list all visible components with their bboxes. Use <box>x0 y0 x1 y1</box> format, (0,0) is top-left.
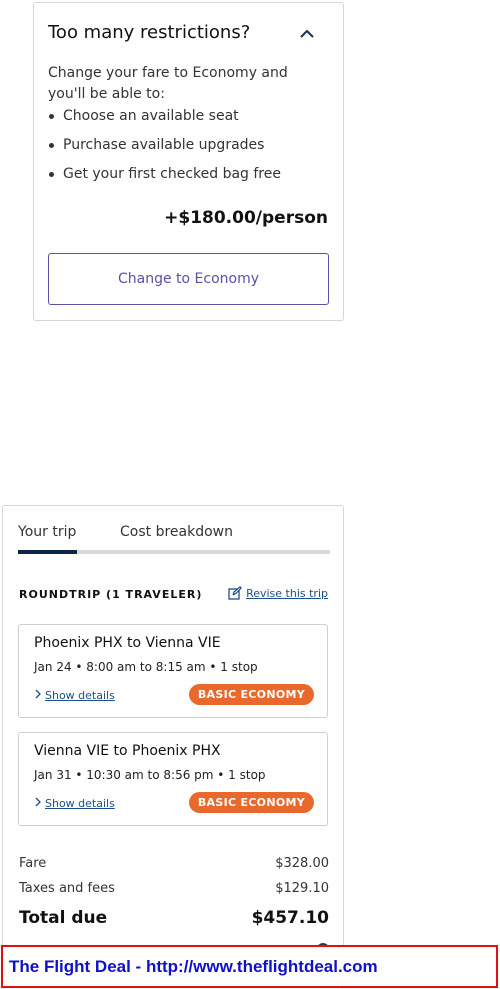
show-details-link[interactable]: Show details <box>34 797 115 810</box>
flight-route: Phoenix PHX to Vienna VIE <box>34 635 221 651</box>
upsell-title: Too many restrictions? <box>48 22 251 43</box>
flight-segment-card: Phoenix PHX to Vienna VIE Jan 24 • 8:00 … <box>18 624 328 718</box>
flight-segment-card: Vienna VIE to Phoenix PHX Jan 31 • 10:30… <box>18 732 328 826</box>
tab-your-trip[interactable]: Your trip <box>18 524 76 540</box>
flight-schedule: Jan 31 • 10:30 am to 8:56 pm • 1 stop <box>34 768 266 782</box>
flight-route: Vienna VIE to Phoenix PHX <box>34 743 221 759</box>
tab-active-indicator <box>18 550 77 554</box>
fare-upsell-card: Too many restrictions? Change your fare … <box>33 2 344 321</box>
trip-type-label: ROUNDTRIP (1 TRAVELER) <box>19 588 203 601</box>
fare-class-badge: BASIC ECONOMY <box>188 792 314 813</box>
tab-cost-breakdown[interactable]: Cost breakdown <box>120 524 233 540</box>
chevron-right-icon <box>35 797 41 807</box>
revise-trip-label: Revise this trip <box>246 587 328 600</box>
chevron-right-icon <box>35 689 41 699</box>
show-details-label: Show details <box>45 689 115 702</box>
change-to-economy-button[interactable]: Change to Economy <box>48 253 329 305</box>
fare-class-badge: BASIC ECONOMY <box>188 684 314 705</box>
revise-trip-link[interactable]: Revise this trip <box>228 586 328 600</box>
watermark-text: The Flight Deal - http://www.theflightde… <box>9 957 378 976</box>
taxes-value: $129.10 <box>275 881 329 896</box>
fare-value: $328.00 <box>275 856 329 871</box>
chevron-up-icon[interactable] <box>298 25 316 43</box>
benefit-item: Choose an available seat <box>48 106 281 135</box>
upsell-benefits-list: Choose an available seat Purchase availa… <box>48 106 281 193</box>
upsell-price: +$180.00/person <box>164 208 328 228</box>
benefit-item: Purchase available upgrades <box>48 135 281 164</box>
show-details-link[interactable]: Show details <box>34 689 115 702</box>
tab-indicator-track <box>18 550 330 554</box>
trip-summary-card: Your trip Cost breakdown ROUNDTRIP (1 TR… <box>2 505 344 989</box>
total-label: Total due <box>19 908 108 928</box>
benefit-item: Get your first checked bag free <box>48 164 281 193</box>
total-value: $457.10 <box>251 908 329 928</box>
show-details-label: Show details <box>45 797 115 810</box>
fare-label: Fare <box>19 856 47 871</box>
flight-schedule: Jan 24 • 8:00 am to 8:15 am • 1 stop <box>34 660 258 674</box>
edit-icon <box>228 586 243 600</box>
taxes-label: Taxes and fees <box>19 881 115 896</box>
watermark-banner: The Flight Deal - http://www.theflightde… <box>1 945 498 988</box>
upsell-description: Change your fare to Economy and you'll b… <box>48 65 288 102</box>
